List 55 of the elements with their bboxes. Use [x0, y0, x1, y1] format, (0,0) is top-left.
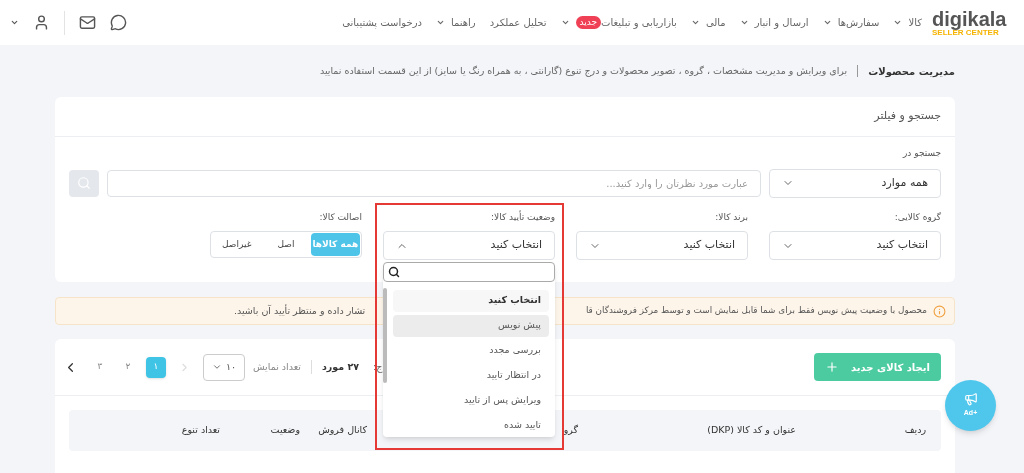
select-field[interactable]: انتخاب کنید — [576, 231, 748, 260]
segment-option[interactable]: غیراصل — [212, 233, 262, 256]
column-header: تعداد تنوع — [181, 423, 220, 438]
select-field[interactable]: انتخاب کنید — [383, 231, 555, 260]
field-label: جستجو در — [903, 147, 941, 160]
plus-icon — [825, 360, 840, 374]
logo-text: digikala — [932, 8, 1007, 29]
search-input[interactable]: عبارت مورد نظرتان را وارد کنید... — [107, 169, 761, 197]
segment-option[interactable]: اصل — [261, 233, 311, 256]
dropdown-option[interactable]: در انتظار تایید — [393, 364, 549, 387]
field-label: اصالت کالا: — [319, 210, 362, 224]
page-size-select[interactable]: ۱۰ — [203, 353, 245, 381]
dropdown-search-field[interactable] — [383, 261, 555, 282]
dropdown-option[interactable]: بررسی مجدد — [393, 339, 549, 362]
nav-menu-item[interactable]: راهنما — [435, 15, 476, 30]
field-label: وضعیت تأیید کالا: — [491, 210, 555, 224]
field-label: گروه کالایی: — [894, 210, 941, 224]
nav-menu-item[interactable]: درخواست پشتیبانی — [342, 15, 422, 30]
column-header: کانال فروش — [318, 423, 367, 438]
chevron-down-icon — [211, 362, 222, 372]
nav-menu-item[interactable]: سفارش‌ها — [822, 15, 880, 30]
column-header: وضعیت — [270, 423, 300, 438]
nav-menu-item[interactable]: بازاریابی و تبلیغات جدید — [560, 15, 677, 30]
nav-menu-item[interactable]: کالا — [893, 15, 922, 30]
page-button[interactable]: ۲ — [118, 356, 138, 378]
dropdown-option[interactable]: تایید شده — [393, 414, 549, 437]
search-icon — [77, 176, 91, 190]
page-description: برای ویرایش و مدیریت مشخصات ، گروه ، تصویر محصولات و درج تنوع (گارانتی ، به همراه رنگ یا سایز) از این قسمت استفاده نمایید — [319, 63, 848, 79]
card-title: جستجو و فیلتر — [55, 97, 955, 137]
search-icon — [388, 265, 400, 278]
info-icon — [933, 304, 946, 318]
mail-icon[interactable] — [79, 14, 96, 31]
page-size-label: تعداد نمایش — [253, 359, 301, 374]
column-header: گرو — [563, 423, 578, 438]
dropdown-option[interactable]: انتخاب کنید — [393, 289, 549, 312]
dropdown-option[interactable]: پیش نویس — [393, 314, 549, 337]
new-badge: جدید — [575, 15, 602, 30]
page-button[interactable]: ۳ — [90, 356, 110, 378]
select-field[interactable]: همه موارد — [769, 168, 941, 198]
nav-menu-item[interactable]: مالی — [690, 15, 726, 30]
caret-icon[interactable] — [10, 18, 19, 27]
chat-icon[interactable] — [110, 14, 127, 31]
page-title: مدیریت محصولات — [868, 64, 955, 79]
alert-text: تشار داده و منتظر تأیید آن باشید. — [233, 303, 366, 318]
results-count: ۲۷ مورد — [321, 359, 359, 375]
dropdown-option[interactable]: ویرایش پس از تایید — [393, 389, 549, 412]
nav-menu-item[interactable]: تحلیل عملکرد — [489, 15, 547, 30]
column-header: عنوان و کد کالا (DKP) — [707, 423, 796, 438]
nav-menu-item[interactable]: ارسال و انبار — [739, 15, 809, 30]
alert-text: محصول با وضعیت پیش نویس فقط برای شما قابل نمایش است و توسط مرکز فروشندگان قا — [585, 304, 927, 318]
field-label: برند کالا: — [715, 210, 748, 224]
select-field[interactable]: انتخاب کنید — [769, 231, 941, 260]
megaphone-icon — [963, 392, 978, 407]
column-header: ردیف — [904, 423, 926, 438]
user-icon[interactable] — [33, 14, 50, 31]
